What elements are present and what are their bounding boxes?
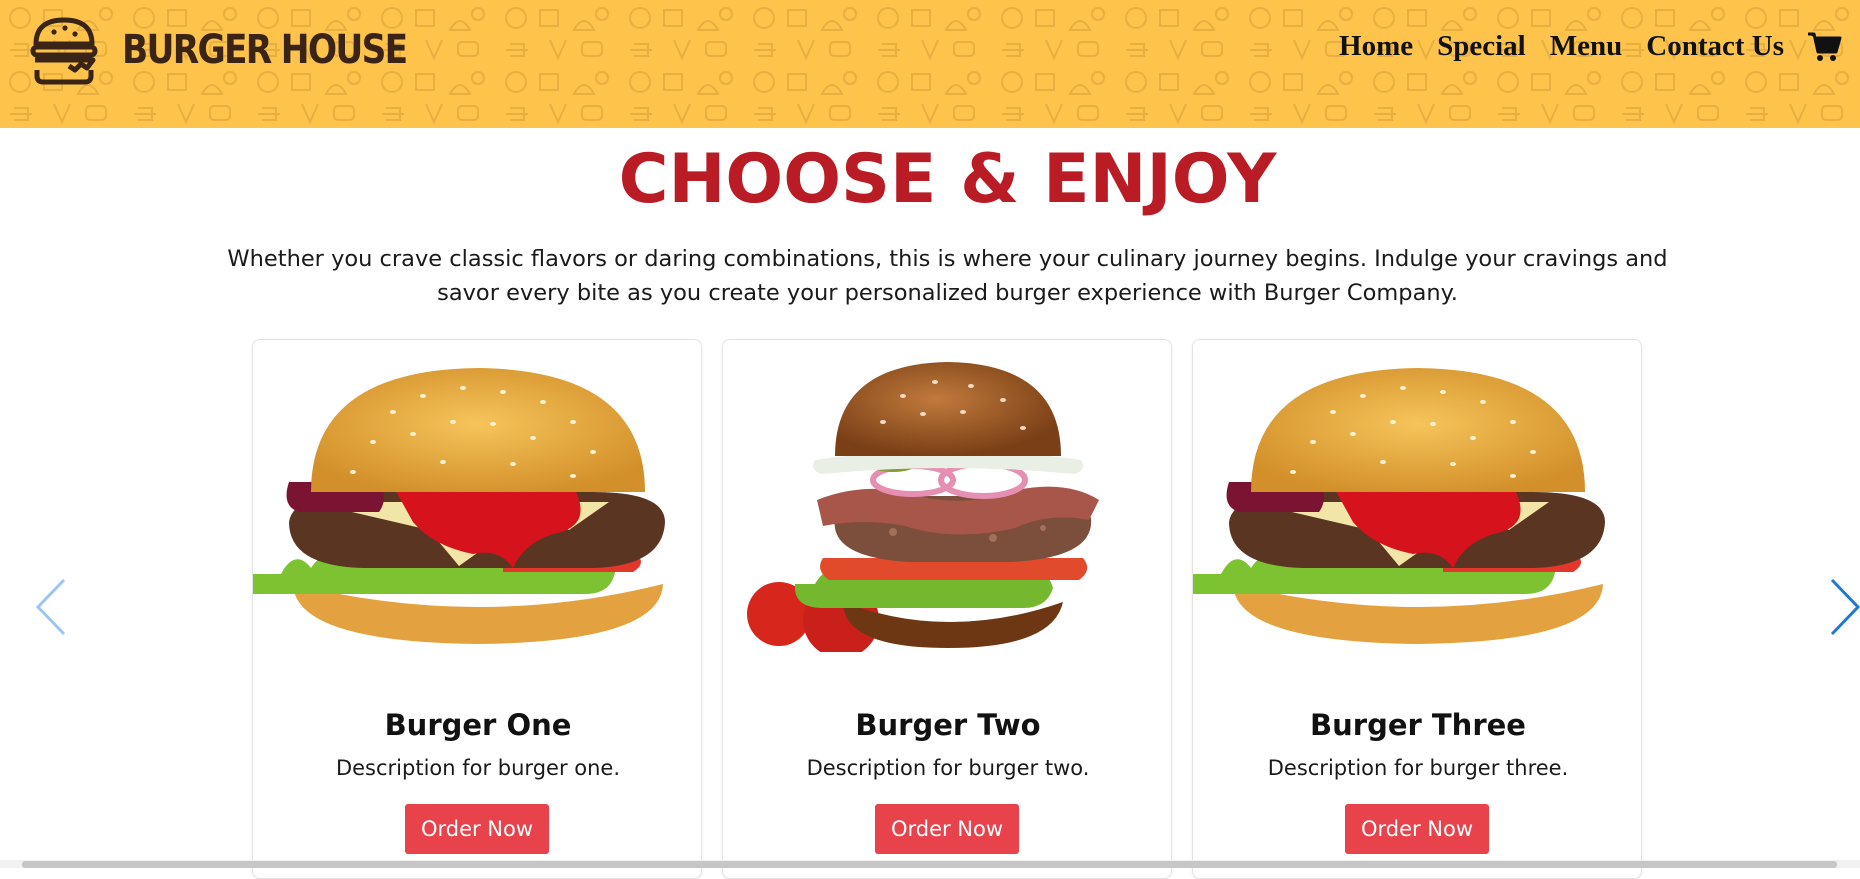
card-description: Description for burger two. [806, 756, 1090, 780]
order-now-button[interactable]: Order Now [405, 804, 549, 854]
card-description: Description for burger one. [335, 756, 621, 780]
card-title: Burger One [384, 708, 572, 742]
card-description: Description for burger three. [1267, 756, 1569, 780]
chevron-right-icon[interactable] [1826, 572, 1860, 642]
chevron-left-icon[interactable] [32, 572, 72, 642]
burger-card: Burger Two Description for burger two. O… [722, 339, 1172, 879]
card-title: Burger Three [1310, 708, 1526, 742]
burger-two-image [747, 362, 1099, 652]
nav-home[interactable]: Home [1327, 30, 1425, 63]
burger-card: Burger One Description for burger one. O… [252, 339, 702, 879]
nav-menu[interactable]: Menu [1538, 30, 1635, 63]
burger-three-image [1193, 368, 1605, 644]
horizontal-scrollbar[interactable] [0, 860, 1860, 868]
order-now-button[interactable]: Order Now [875, 804, 1019, 854]
scrollbar-thumb[interactable] [22, 861, 1837, 868]
cart-icon[interactable] [1806, 28, 1842, 64]
brand-logo[interactable]: BURGER HOUSE [28, 14, 453, 86]
burger-one-image [253, 368, 665, 644]
nav-special[interactable]: Special [1425, 30, 1538, 63]
site-header: BURGER HOUSE Home Special Menu Contact U… [0, 0, 1860, 128]
card-title: Burger Two [855, 708, 1041, 742]
intro-paragraph: Whether you crave classic flavors or dar… [227, 246, 1668, 306]
burger-logo-icon [30, 17, 98, 85]
brand-name: BURGER HOUSE [122, 27, 408, 73]
page-title: CHOOSE & ENJOY [618, 140, 1277, 219]
burger-card: Burger Three Description for burger thre… [1192, 339, 1642, 879]
nav-contact-us[interactable]: Contact Us [1634, 30, 1796, 63]
main-nav: Home Special Menu Contact Us [1327, 28, 1842, 64]
order-now-button[interactable]: Order Now [1345, 804, 1489, 854]
